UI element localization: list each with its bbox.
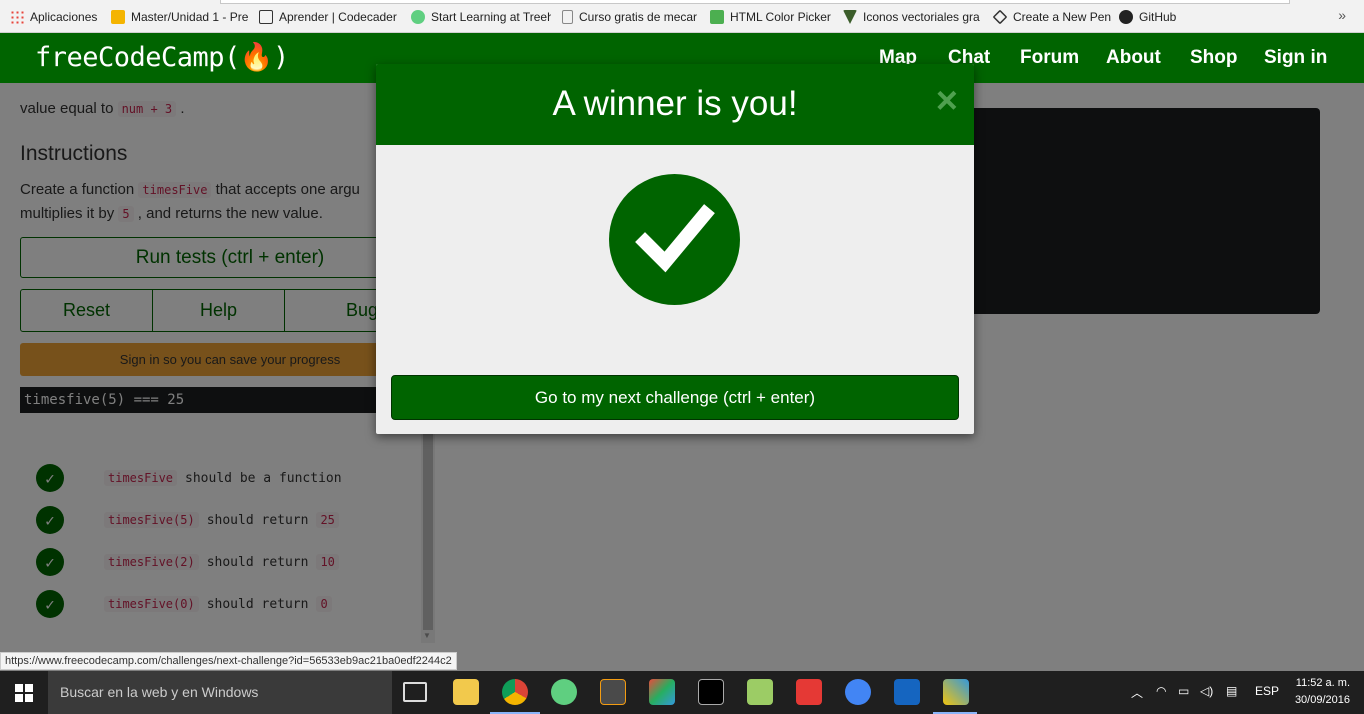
- treehouse-icon: [411, 10, 425, 24]
- modal-title: A winner is you!: [552, 84, 798, 123]
- nav-signin-link[interactable]: Sign in: [1264, 47, 1327, 69]
- nav-shop-link[interactable]: Shop: [1190, 47, 1238, 69]
- windows-logo-icon: [15, 683, 33, 702]
- nav-forum-link[interactable]: Forum: [1020, 47, 1079, 69]
- more-bookmarks-chevron-icon[interactable]: »: [1338, 7, 1346, 23]
- notes-icon[interactable]: [747, 679, 773, 705]
- chrome-icon[interactable]: [502, 679, 528, 705]
- success-check-icon: [609, 174, 740, 305]
- bookmark-label: Aplicaciones: [30, 10, 98, 24]
- battery-icon[interactable]: ▭: [1178, 684, 1189, 698]
- atom-icon[interactable]: [551, 679, 577, 705]
- task-view-icon[interactable]: [403, 682, 427, 702]
- app-icon[interactable]: [894, 679, 920, 705]
- bookmark-label: Create a New Pen: [1013, 10, 1112, 24]
- paint-icon[interactable]: [943, 679, 969, 705]
- bookmark-label: Master/Unidad 1 - Pre: [131, 10, 249, 24]
- bookmark-label: HTML Color Picker: [730, 10, 831, 24]
- color-picker-icon: [710, 10, 724, 24]
- bookmark-treehouse[interactable]: Start Learning at Treeh: [411, 8, 551, 26]
- sublime-text-icon[interactable]: [600, 679, 626, 705]
- volume-icon[interactable]: ◁): [1200, 684, 1213, 698]
- bookmark-codecademy[interactable]: Aprender | Codecader: [259, 8, 399, 26]
- terminal-icon[interactable]: [698, 679, 724, 705]
- youtube-mp3-icon[interactable]: [796, 679, 822, 705]
- modal-header: A winner is you! ×: [376, 64, 974, 145]
- address-bar-edge[interactable]: [220, 0, 1290, 4]
- bookmark-label: Start Learning at Treeh: [431, 10, 551, 24]
- notifications-icon[interactable]: ▤: [1226, 684, 1237, 698]
- status-bar-url: https://www.freecodecamp.com/challenges/…: [0, 652, 457, 670]
- slides-icon: [111, 10, 125, 24]
- wifi-icon[interactable]: ◠: [1156, 684, 1166, 698]
- bookmark-curso[interactable]: Curso gratis de mecar: [562, 8, 700, 26]
- bookmark-github[interactable]: GitHub: [1119, 8, 1189, 26]
- codecademy-icon: [259, 10, 273, 24]
- clock-date: 30/09/2016: [1294, 694, 1350, 706]
- windows-start-button[interactable]: [0, 671, 48, 714]
- show-hidden-icons-chevron-icon[interactable]: ︿: [1131, 684, 1143, 701]
- bookmark-label: GitHub: [1139, 10, 1177, 24]
- bookmark-label: Iconos vectoriales gra: [863, 10, 980, 24]
- apps-grid-icon: [10, 10, 24, 24]
- bookmark-codepen[interactable]: Create a New Pen: [993, 8, 1113, 26]
- close-icon[interactable]: ×: [936, 82, 958, 120]
- windows-taskbar: Buscar en la web y en Windows ︿ ◠ ▭ ◁) ▤…: [0, 671, 1364, 714]
- file-explorer-icon[interactable]: [453, 679, 479, 705]
- codepen-icon: [993, 9, 1008, 25]
- success-modal: A winner is you! × Go to my next challen…: [376, 64, 974, 434]
- vector-icon: [843, 10, 857, 24]
- taskbar-search-input[interactable]: Buscar en la web y en Windows: [48, 671, 392, 714]
- git-icon[interactable]: [649, 679, 675, 705]
- taskbar-clock[interactable]: 11:52 a. m. 30/09/2016: [1295, 675, 1350, 709]
- bookmark-apps[interactable]: Aplicaciones: [10, 8, 110, 26]
- bookmark-color-picker[interactable]: HTML Color Picker: [710, 8, 840, 26]
- bookmark-master[interactable]: Master/Unidad 1 - Pre: [111, 8, 251, 26]
- nav-about-link[interactable]: About: [1106, 47, 1161, 69]
- github-icon: [1119, 10, 1133, 24]
- clock-time: 11:52 a. m.: [1295, 677, 1350, 689]
- bookmarks-bar: Aplicaciones Master/Unidad 1 - Pre Apren…: [0, 0, 1364, 33]
- page-icon: [562, 10, 573, 24]
- input-language[interactable]: ESP: [1255, 684, 1279, 698]
- bookmark-label: Curso gratis de mecar: [579, 10, 698, 24]
- bookmark-iconos[interactable]: Iconos vectoriales gra: [843, 8, 983, 26]
- chromium-icon[interactable]: [845, 679, 871, 705]
- bookmark-label: Aprender | Codecader: [279, 10, 397, 24]
- next-challenge-button[interactable]: Go to my next challenge (ctrl + enter): [391, 375, 959, 420]
- freecodecamp-logo[interactable]: freeCodeCamp(🔥): [35, 41, 289, 73]
